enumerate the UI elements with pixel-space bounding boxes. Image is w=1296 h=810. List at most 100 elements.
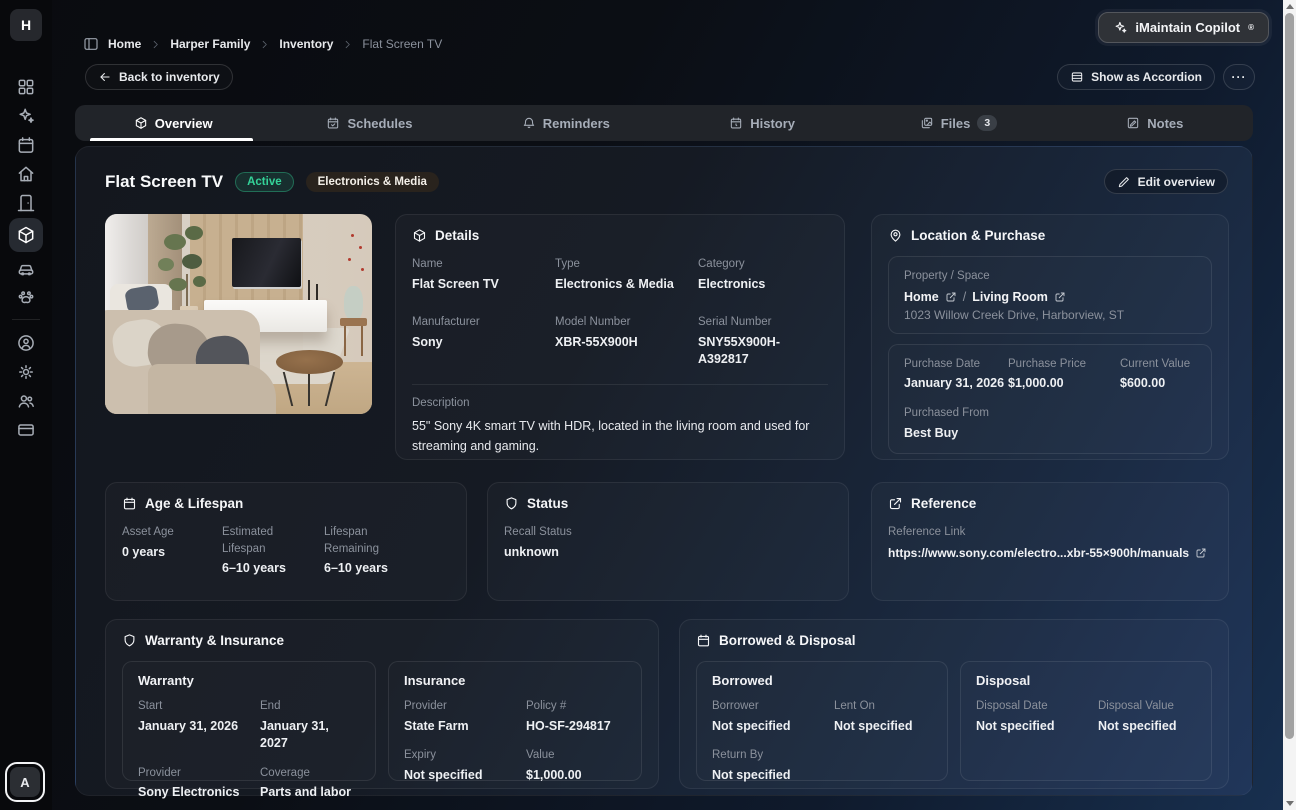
photo-berries	[350, 234, 354, 237]
photo-berries	[347, 258, 351, 261]
sidebar-item-account[interactable]	[0, 328, 52, 357]
sidebar-item-home[interactable]	[0, 159, 52, 188]
user-avatar-button[interactable]: A	[5, 762, 45, 802]
warranty-insurance-card: Warranty & Insurance Warranty Start Janua…	[105, 619, 659, 799]
card-title: Borrowed & Disposal	[719, 633, 856, 648]
item-photo[interactable]	[105, 214, 372, 414]
sidebar-toggle-icon[interactable]	[83, 36, 99, 52]
chevron-right-icon	[342, 39, 353, 50]
sidebar-item-calendar[interactable]	[0, 130, 52, 159]
edit-button-label: Edit overview	[1137, 174, 1215, 189]
property-link[interactable]: Home	[904, 290, 939, 304]
external-link-icon	[888, 496, 903, 511]
breadcrumb-family[interactable]: Harper Family	[170, 37, 250, 51]
breadcrumb-current: Flat Screen TV	[362, 37, 443, 51]
divider	[412, 383, 828, 385]
photo-stool	[339, 318, 367, 326]
breadcrumb-inventory[interactable]: Inventory	[279, 37, 333, 51]
files-count-badge: 3	[977, 115, 998, 131]
bell-icon	[522, 116, 536, 130]
sidebar-item-rooms[interactable]	[0, 188, 52, 217]
scrollbar-thumb[interactable]	[1285, 13, 1294, 739]
breadcrumb-home[interactable]: Home	[108, 37, 141, 51]
sidebar-item-members[interactable]	[0, 386, 52, 415]
tab-label: History	[750, 115, 796, 131]
tab-label: Notes	[1147, 115, 1184, 131]
tab-history[interactable]: History	[664, 105, 860, 141]
space-link[interactable]: Living Room	[972, 290, 1048, 304]
door-icon	[16, 193, 36, 213]
sidebar-item-settings[interactable]	[0, 357, 52, 386]
field-return-by: Return By Not specified	[712, 749, 791, 782]
tab-notes[interactable]: Notes	[1057, 105, 1253, 141]
gear-icon	[16, 362, 36, 382]
sidebar-item-vehicles[interactable]	[0, 253, 52, 282]
avatar: A	[10, 767, 40, 797]
scroll-down-arrow[interactable]	[1286, 801, 1294, 806]
sparkles-icon	[1113, 20, 1128, 35]
external-link-icon[interactable]	[1054, 291, 1066, 303]
photo-side-table	[275, 350, 343, 374]
tab-schedules[interactable]: Schedules	[271, 105, 467, 141]
age-lifespan-card: Age & Lifespan Asset Age 0 years Estimate…	[105, 482, 467, 601]
field-warranty-start: Start January 31, 2026	[138, 700, 239, 733]
field-lent-on: Lent On Not specified	[834, 700, 913, 733]
calendar-icon	[696, 633, 711, 648]
sidebar-item-billing[interactable]	[0, 415, 52, 444]
field-category: Category Electronics	[698, 258, 766, 291]
dashboard-grid-icon	[16, 77, 36, 97]
external-link-icon[interactable]	[945, 291, 957, 303]
tab-overview[interactable]: Overview	[75, 105, 271, 141]
users-icon	[16, 391, 36, 411]
inventory-box-icon	[16, 225, 36, 245]
field-purchased-from: Purchased From Best Buy	[904, 406, 990, 440]
scroll-up-arrow[interactable]	[1286, 4, 1294, 9]
back-to-inventory-button[interactable]: Back to inventory	[85, 64, 233, 90]
edit-overview-button[interactable]: Edit overview	[1103, 169, 1228, 194]
copilot-button[interactable]: iMaintain Copilot ®	[1098, 12, 1269, 43]
home-icon	[16, 164, 36, 184]
field-warranty-provider: Provider Sony Electronics	[138, 766, 240, 800]
field-recall-status: Recall Status unknown	[504, 526, 572, 559]
back-button-label: Back to inventory	[119, 70, 220, 84]
field-purchase-price: Purchase Price $1,000.00	[1008, 357, 1086, 391]
reference-link[interactable]: https://www.sony.com/electro...xbr-55×90…	[888, 546, 1189, 560]
field-current-value: Current Value $600.00	[1120, 357, 1191, 391]
card-title: Status	[527, 496, 569, 511]
field-warranty-end: End January 31, 2027	[260, 700, 329, 751]
field-insurance-provider: Provider State Farm	[404, 700, 469, 733]
photo-candle	[315, 284, 318, 300]
field-insurance-value: Value $1,000.00	[526, 749, 582, 782]
photo-plant-stem	[186, 274, 189, 310]
app-sidebar: H A	[0, 0, 52, 810]
borrowed-disposal-card: Borrowed & Disposal Borrowed Borrower Not…	[679, 619, 1229, 789]
app-logo[interactable]: H	[10, 9, 42, 41]
shield-icon	[122, 633, 137, 648]
show-as-accordion-button[interactable]: Show as Accordion	[1057, 64, 1215, 90]
external-link-icon[interactable]	[1195, 547, 1207, 559]
note-icon	[1126, 116, 1140, 130]
sidebar-item-copilot[interactable]	[0, 101, 52, 130]
field-model-number: Model Number XBR-55X900H	[555, 316, 638, 349]
photo-stool-leg	[343, 324, 346, 356]
tab-reminders[interactable]: Reminders	[468, 105, 664, 141]
sidebar-item-pets[interactable]	[0, 282, 52, 311]
sidebar-item-dashboard[interactable]	[0, 72, 52, 101]
sidebar-item-inventory[interactable]	[0, 217, 52, 253]
photo-sofa-seat	[147, 364, 276, 414]
map-pin-icon	[888, 228, 903, 243]
ellipsis-icon: ···	[1231, 70, 1247, 84]
calendar-check-icon	[326, 116, 340, 130]
credit-card-icon	[16, 420, 36, 440]
scrollbar	[1283, 0, 1296, 810]
photo-vase	[343, 286, 363, 320]
path-separator: /	[962, 289, 967, 304]
card-title: Reference	[911, 496, 977, 511]
more-options-button[interactable]: ···	[1223, 64, 1255, 90]
car-icon	[16, 258, 36, 278]
status-badge: Active	[235, 171, 294, 192]
tab-files[interactable]: Files 3	[860, 105, 1056, 141]
sidebar-divider	[12, 319, 40, 320]
field-reference-link: Reference Link https://www.sony.com/elec…	[888, 524, 1212, 560]
field-insurance-expiry: Expiry Not specified	[404, 749, 483, 782]
